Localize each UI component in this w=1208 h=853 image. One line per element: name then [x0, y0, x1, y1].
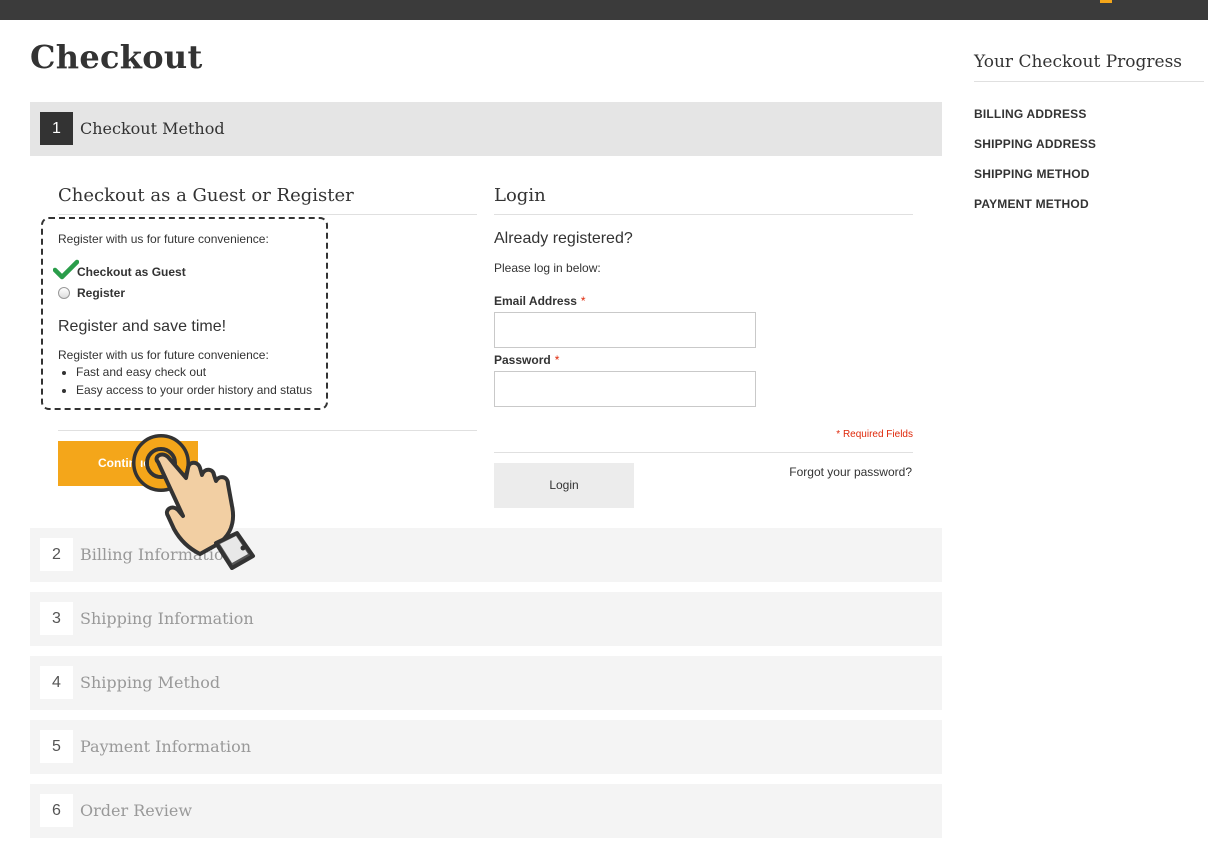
step-title: Order Review	[80, 801, 193, 820]
progress-payment-method: PAYMENT METHOD	[974, 197, 1089, 211]
step-title: Shipping Method	[80, 673, 221, 692]
password-label: Password *	[494, 353, 560, 367]
step-number: 2	[40, 538, 73, 571]
login-prompt: Please log in below:	[494, 261, 601, 275]
step-shipping-method[interactable]: 4 Shipping Method	[30, 656, 942, 710]
password-field[interactable]	[494, 371, 756, 407]
progress-shipping-method: SHIPPING METHOD	[974, 167, 1090, 181]
divider	[974, 81, 1204, 82]
step-number: 1	[40, 112, 73, 145]
step-title: Checkout Method	[80, 119, 225, 138]
forgot-password-link[interactable]: Forgot your password?	[789, 465, 912, 479]
top-bar	[0, 0, 1208, 20]
checkout-as-guest-option[interactable]: Checkout as Guest	[77, 265, 186, 279]
divider	[58, 214, 477, 215]
benefit-list: Fast and easy check out Easy access to y…	[76, 365, 312, 401]
page-title: Checkout	[30, 38, 203, 76]
progress-billing-address: BILLING ADDRESS	[974, 107, 1087, 121]
guest-register-title: Checkout as a Guest or Register	[58, 185, 354, 206]
register-radio[interactable]	[58, 287, 70, 299]
login-title: Login	[494, 185, 546, 206]
email-label: Email Address *	[494, 294, 586, 308]
already-registered-heading: Already registered?	[494, 230, 633, 247]
login-button[interactable]: Login	[494, 463, 634, 508]
register-intro: Register with us for future convenience:	[58, 232, 269, 246]
step-number: 4	[40, 666, 73, 699]
checkout-progress-title: Your Checkout Progress	[974, 52, 1183, 72]
benefit-intro: Register with us for future convenience:	[58, 348, 269, 362]
check-icon[interactable]	[53, 259, 79, 281]
step-number: 5	[40, 730, 73, 763]
required-fields-note: * Required Fields	[836, 429, 913, 440]
benefit-title: Register and save time!	[58, 318, 227, 335]
step-billing-information[interactable]: 2 Billing Information	[30, 528, 942, 582]
progress-shipping-address: SHIPPING ADDRESS	[974, 137, 1097, 151]
step-title: Shipping Information	[80, 609, 254, 628]
email-field[interactable]	[494, 312, 756, 348]
list-item: Easy access to your order history and st…	[76, 383, 312, 401]
step-shipping-information[interactable]: 3 Shipping Information	[30, 592, 942, 646]
divider	[494, 214, 913, 215]
step-order-review[interactable]: 6 Order Review	[30, 784, 942, 838]
step-title: Billing Information	[80, 545, 234, 564]
continue-button[interactable]: Continue	[58, 441, 198, 486]
step-checkout-method[interactable]: 1 Checkout Method	[30, 102, 942, 156]
register-option[interactable]: Register	[77, 286, 125, 300]
step-payment-information[interactable]: 5 Payment Information	[30, 720, 942, 774]
required-star: *	[580, 294, 586, 308]
required-star: *	[554, 353, 560, 367]
divider	[494, 452, 913, 453]
divider	[58, 430, 477, 431]
step-title: Payment Information	[80, 737, 252, 756]
step-number: 6	[40, 794, 73, 827]
cart-indicator[interactable]	[1100, 0, 1112, 3]
step-number: 3	[40, 602, 73, 635]
list-item: Fast and easy check out	[76, 365, 312, 383]
